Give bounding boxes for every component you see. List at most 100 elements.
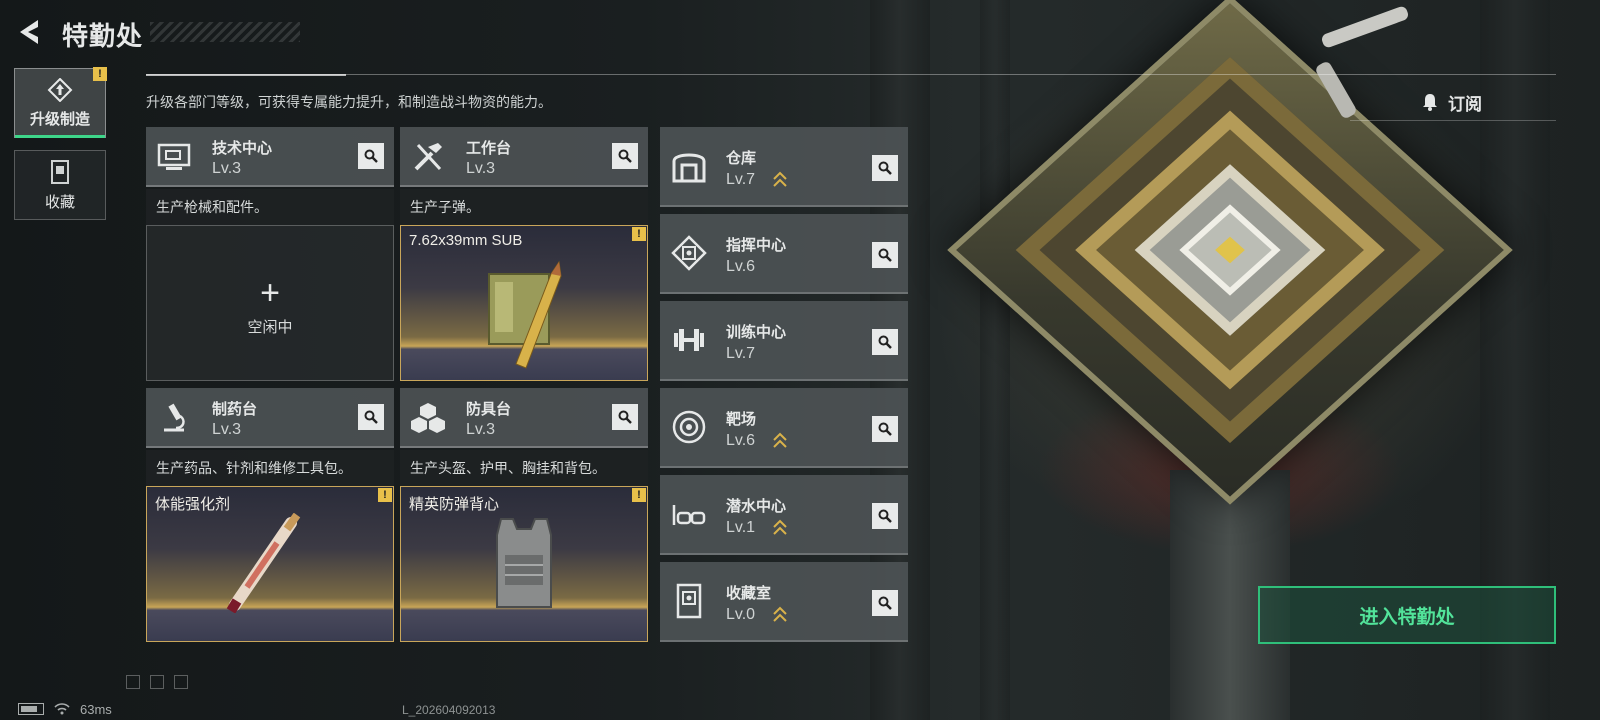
facility-level: Lv.6 (726, 258, 756, 275)
robot-arm (1320, 5, 1410, 49)
search-button[interactable] (612, 143, 638, 169)
ping-value: 63ms (80, 701, 112, 717)
facility-level: Lv.0 (726, 606, 756, 623)
monitor-icon (157, 143, 191, 170)
search-icon (878, 422, 892, 436)
slot-status: 空闲中 (247, 319, 293, 336)
facility-name: 潜水中心 (726, 498, 787, 515)
facility-description: 生产枪械和配件。 (146, 189, 394, 225)
tab-label: 升级制造 (29, 110, 90, 128)
facility-name: 制药台 (212, 401, 258, 418)
facility-card-diving-center[interactable]: 潜水中心 Lv.1 (660, 475, 908, 555)
facility-name: 指挥中心 (726, 237, 787, 254)
search-icon (878, 335, 892, 349)
warning-badge: ! (93, 67, 107, 81)
status-bar: 63ms (18, 700, 112, 718)
warning-badge: ! (378, 488, 392, 502)
corner-decoration (174, 675, 188, 689)
facility-level: Lv.7 (726, 171, 756, 188)
facility-level: Lv.6 (726, 432, 756, 449)
facility-level: Lv.3 (466, 160, 496, 177)
title-decoration (150, 22, 300, 42)
search-icon (878, 161, 892, 175)
syringe-image (226, 513, 301, 613)
search-button[interactable] (872, 503, 898, 529)
facility-name: 防具台 (466, 401, 512, 418)
facility-card-shooting-range[interactable]: 靶场 Lv.6 (660, 388, 908, 468)
facility-card-pharmacy[interactable]: 制药台 Lv.3 (146, 388, 394, 448)
wifi-icon (54, 703, 70, 715)
diving-mask-icon (672, 505, 706, 525)
facility-description: 生产子弹。 (400, 189, 648, 225)
facility-cube-art (947, 0, 1513, 505)
build-id: L_202604092013 (402, 703, 496, 717)
production-slot-active[interactable]: 体能强化剂 ! (146, 486, 394, 642)
search-icon (618, 149, 632, 163)
add-icon: + (260, 274, 280, 312)
microscope-icon (164, 403, 185, 432)
search-button[interactable] (872, 329, 898, 355)
facility-card-collection-room[interactable]: 收藏室 Lv.0 (660, 562, 908, 642)
search-button[interactable] (872, 590, 898, 616)
warning-badge: ! (632, 227, 646, 241)
search-button[interactable] (872, 242, 898, 268)
production-slot-idle[interactable]: + 空闲中 (146, 225, 394, 381)
search-button[interactable] (612, 404, 638, 430)
facility-card-tech-center[interactable]: 技术中心 Lv.3 (146, 127, 394, 187)
facility-level: Lv.1 (726, 519, 756, 536)
search-button[interactable] (872, 155, 898, 181)
background-pillar (980, 0, 1010, 720)
page-description: 升级各部门等级，可获得专属能力提升，和制造战斗物资的能力。 (146, 94, 552, 110)
header-divider (146, 74, 1556, 75)
warning-badge: ! (632, 488, 646, 502)
enter-special-ops-button[interactable]: 进入特勤处 (1258, 586, 1556, 644)
ammo-box-image (488, 260, 562, 369)
collection-icon (51, 159, 69, 184)
search-button[interactable] (872, 416, 898, 442)
tab-upgrade-craft[interactable]: 升级制造 ! (14, 67, 107, 138)
facility-name: 收藏室 (726, 585, 772, 602)
subscribe-button[interactable]: 订阅 (1420, 88, 1530, 116)
production-slot-active[interactable]: 精英防弹背心 ! (400, 486, 648, 642)
dumbbell-icon (674, 329, 704, 351)
chip-icon (671, 235, 707, 271)
facility-name: 技术中心 (212, 140, 273, 157)
page-title: 特勤处 (62, 21, 144, 51)
upgrade-icon (47, 77, 73, 102)
search-icon (618, 410, 632, 424)
facility-card-armor-bench[interactable]: 防具台 Lv.3 (400, 388, 648, 448)
facility-name: 训练中心 (726, 324, 787, 341)
facility-card-training-center[interactable]: 训练中心 Lv.7 (660, 301, 908, 381)
warehouse-icon (672, 153, 706, 183)
corner-decoration (126, 675, 140, 689)
facility-card-command-center[interactable]: 指挥中心 Lv.6 (660, 214, 908, 294)
facility-description: 生产药品、针剂和维修工具包。 (146, 450, 394, 486)
tab-collection[interactable]: 收藏 (14, 150, 106, 220)
facility-name: 工作台 (466, 140, 512, 157)
facility-name: 靶场 (726, 411, 757, 428)
upgrade-arrows-icon (773, 606, 787, 622)
upgrade-arrows-icon (773, 171, 787, 187)
facility-card-workbench[interactable]: 工作台 Lv.3 (400, 127, 648, 187)
bell-icon (1423, 94, 1437, 111)
search-icon (878, 509, 892, 523)
search-icon (364, 410, 378, 424)
collection-room-icon (676, 583, 702, 619)
facility-name: 仓库 (726, 150, 757, 167)
search-button[interactable] (358, 143, 384, 169)
search-icon (878, 596, 892, 610)
product-name: 体能强化剂 (155, 496, 231, 513)
facility-description: 生产头盔、护甲、胸挂和背包。 (400, 450, 648, 486)
upgrade-arrows-icon (773, 519, 787, 535)
product-name: 精英防弹背心 (409, 496, 500, 513)
tab-label: 收藏 (44, 193, 75, 211)
battery-icon (18, 703, 44, 715)
facility-card-warehouse[interactable]: 仓库 Lv.7 (660, 127, 908, 207)
upgrade-arrows-icon (773, 432, 787, 448)
corner-decoration (150, 675, 164, 689)
facility-level: Lv.3 (466, 421, 496, 438)
search-button[interactable] (358, 404, 384, 430)
production-slot-active[interactable]: 7.62x39mm SUB ! (400, 225, 648, 381)
product-name: 7.62x39mm SUB (409, 232, 523, 249)
back-arrow-icon[interactable] (16, 18, 42, 46)
